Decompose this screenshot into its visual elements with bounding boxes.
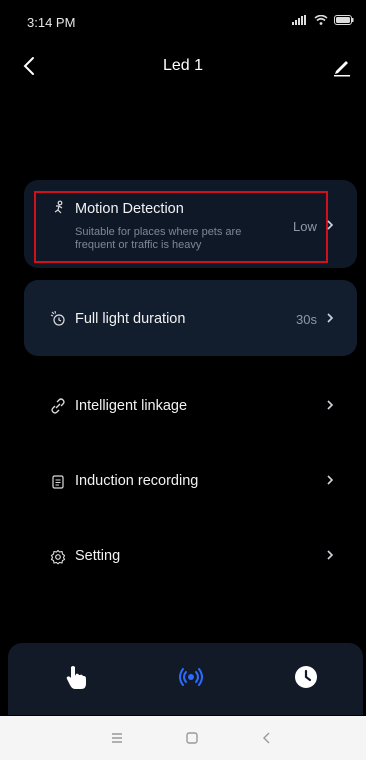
home-icon[interactable] [184,730,200,746]
menu-item-label: Intelligent linkage [75,398,188,414]
document-icon [52,475,64,489]
full-light-duration-value: 30s [296,312,317,327]
menu-item-intelligent-linkage[interactable] [24,380,357,432]
settings-gear-icon [50,549,66,565]
menu-icon[interactable] [109,730,125,746]
bottom-navigation [8,643,363,715]
back-icon[interactable] [259,730,275,746]
radar-icon[interactable] [177,663,205,691]
top-app-bar: Led 1 [0,44,366,92]
menu-item-setting[interactable] [24,530,357,582]
page-title: Led 1 [162,57,204,74]
chevron-right-icon [327,220,334,230]
status-time: 3:14 PM [27,15,76,30]
light-timer-icon [50,311,65,326]
menu-item-label: Setting [75,548,121,564]
status-bar: 3:14 PM [0,0,366,44]
chevron-right-icon [327,313,334,323]
motion-detection-title: Motion Detection [75,201,184,217]
clock-icon[interactable] [292,663,320,691]
system-navigation-bar [0,716,366,760]
edit-pencil-icon[interactable] [330,54,354,78]
motion-sensitivity-value: Low [293,219,317,234]
status-icons [292,15,354,25]
running-person-icon [54,200,63,214]
menu-item-label: Induction recording [75,473,199,489]
chevron-right-icon [327,475,334,485]
link-icon [51,398,65,414]
full-light-duration-title: Full light duration [75,311,186,327]
signal-icon [292,15,306,25]
chevron-right-icon [327,550,334,560]
wifi-icon [314,15,328,25]
motion-detection-subtitle: Suitable for places where pets are frequ… [75,226,242,251]
hand-icon[interactable] [62,663,90,691]
battery-icon [334,15,354,25]
chevron-right-icon [327,400,334,410]
